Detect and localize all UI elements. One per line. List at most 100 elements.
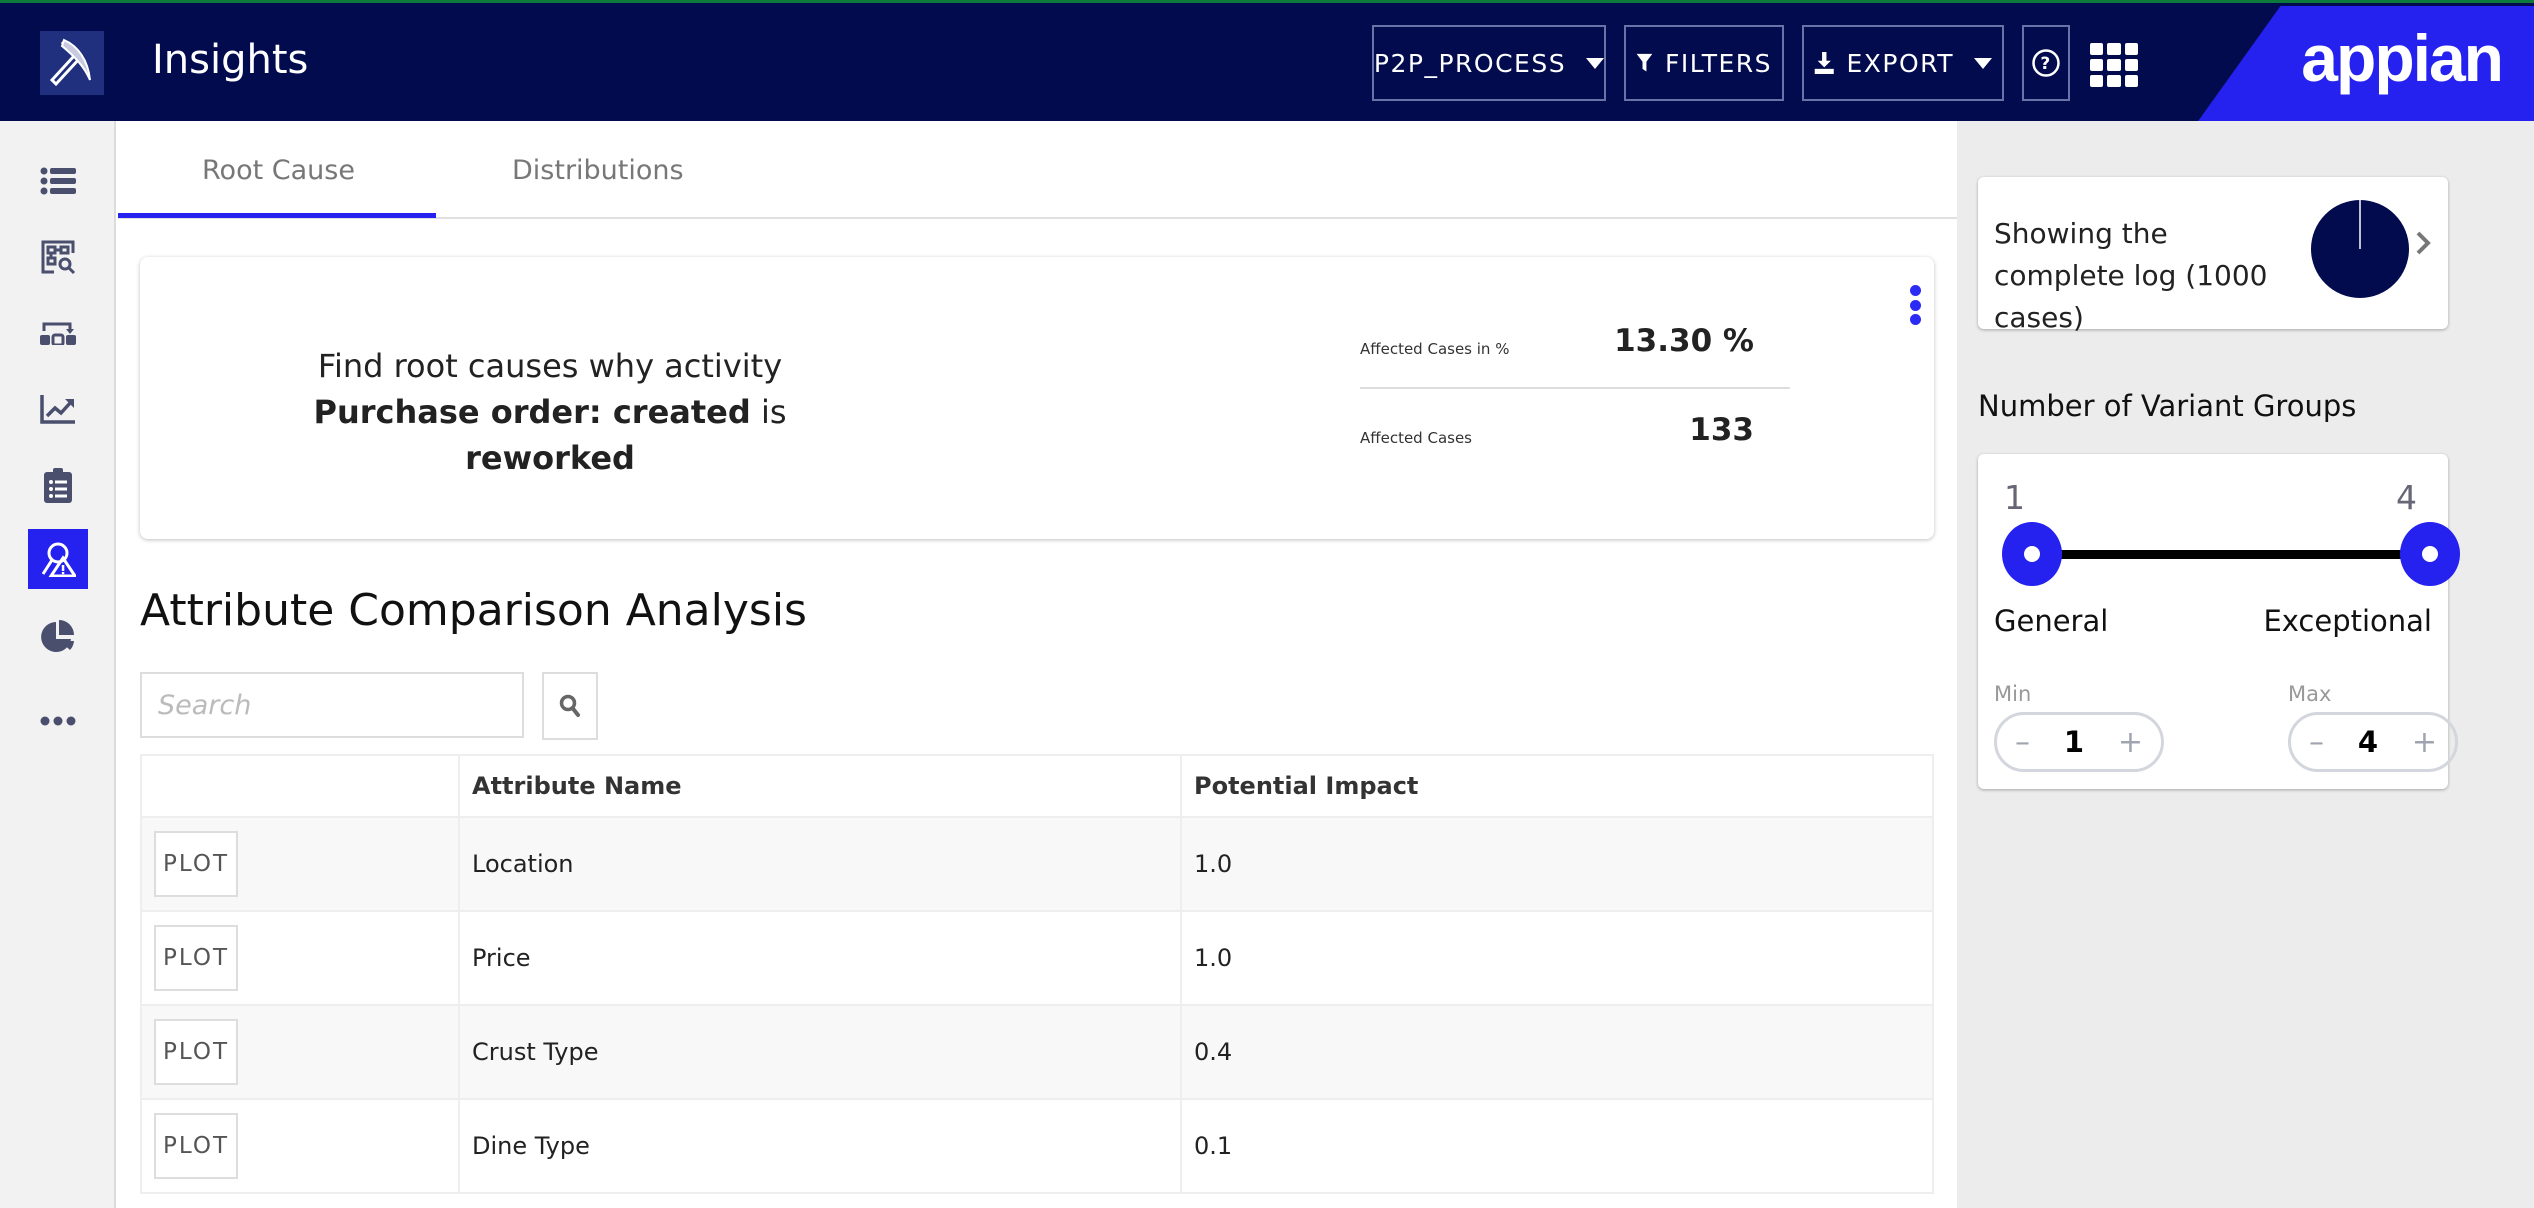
decrement-button[interactable]: – [2015, 725, 2030, 760]
tab-distributions[interactable]: Distributions [512, 155, 684, 186]
condition-name: reworked [465, 439, 635, 477]
affected-cases-percent-value: 13.30 % [1614, 323, 1754, 359]
sidebar-item-transitions[interactable] [28, 303, 88, 363]
table-header-row: Attribute Name Potential Impact [140, 754, 1934, 818]
table-row: PLOT Crust Type 0.4 [140, 1004, 1934, 1100]
root-cause-summary-card: Find root causes why activity Purchase o… [140, 257, 1934, 539]
log-scope-card[interactable]: Showing the complete log (1000 cases) [1978, 177, 2448, 334]
plot-button[interactable]: PLOT [154, 1019, 238, 1085]
sidebar-item-more[interactable] [28, 691, 88, 751]
app-logo[interactable] [40, 31, 104, 95]
root-cause-icon [41, 542, 76, 577]
max-stepper-value[interactable]: 4 [2358, 725, 2378, 759]
affected-cases-label: Affected Cases [1360, 429, 1472, 447]
min-stepper: – 1 + [1994, 712, 2164, 772]
download-icon [1814, 52, 1834, 74]
variant-groups-title: Number of Variant Groups [1978, 389, 2357, 423]
process-selector-label: P2P_PROCESS [1373, 48, 1567, 78]
more-options-icon[interactable] [1910, 285, 1922, 325]
app-header: Insights P2P_PROCESS FILTERS EXPORT ? ap… [0, 3, 2534, 124]
trend-chart-icon [40, 395, 75, 424]
root-cause-description: Find root causes why activity Purchase o… [313, 347, 787, 477]
pickaxe-icon [50, 38, 91, 87]
app-launcher-grid-icon[interactable] [2090, 43, 2138, 87]
attribute-table: Attribute Name Potential Impact PLOT Loc… [140, 754, 1934, 1194]
app-title: Insights [152, 37, 309, 83]
sidebar [0, 121, 116, 1208]
metric-divider [1360, 387, 1790, 389]
help-button[interactable]: ? [2022, 25, 2070, 101]
attribute-name-cell: Crust Type [458, 1004, 1182, 1100]
sidebar-item-performance[interactable] [28, 379, 88, 439]
main-content: Root Cause Distributions Find root cause… [118, 121, 1957, 1208]
clipboard-list-icon [44, 468, 72, 503]
plot-button[interactable]: PLOT [154, 925, 238, 991]
increment-button[interactable]: + [2412, 725, 2437, 760]
sidebar-item-process-discovery[interactable] [28, 227, 88, 287]
column-header-action [140, 754, 460, 818]
sidebar-item-root-cause[interactable] [28, 529, 88, 589]
column-header-attribute-name[interactable]: Attribute Name [458, 754, 1182, 818]
pie-chart-icon [41, 620, 74, 652]
more-icon [40, 716, 76, 726]
log-scope-text: Showing the complete log (1000 cases) [1994, 217, 2268, 334]
action-cell: PLOT [140, 816, 460, 912]
range-slider-track[interactable] [2038, 550, 2402, 559]
min-stepper-value[interactable]: 1 [2064, 725, 2084, 759]
action-cell: PLOT [140, 1098, 460, 1194]
min-label: Min [1994, 682, 2032, 706]
potential-impact-cell: 1.0 [1180, 910, 1934, 1006]
potential-impact-cell: 1.0 [1180, 816, 1934, 912]
active-tab-indicator [118, 213, 436, 218]
search-input[interactable] [140, 672, 524, 738]
increment-button[interactable]: + [2118, 725, 2143, 760]
potential-impact-cell: 0.4 [1180, 1004, 1934, 1100]
max-label: Max [2288, 682, 2332, 706]
sidebar-item-checklist[interactable] [28, 455, 88, 515]
attribute-name-cell: Dine Type [458, 1098, 1182, 1194]
range-slider-min-handle[interactable] [2002, 522, 2062, 586]
list-icon [40, 167, 76, 195]
attribute-name-cell: Location [458, 816, 1182, 912]
search-button[interactable] [542, 672, 598, 740]
transition-icon [40, 322, 76, 345]
section-title: Attribute Comparison Analysis [140, 585, 807, 636]
caret-down-icon [1974, 57, 1992, 69]
range-slider-max-handle[interactable] [2400, 522, 2460, 586]
appian-logo: appian [2301, 21, 2504, 95]
slider-min-value: 1 [2004, 478, 2025, 517]
help-icon: ? [2032, 49, 2060, 77]
slider-max-value: 4 [2396, 478, 2417, 517]
export-button[interactable]: EXPORT [1802, 25, 2004, 101]
slider-left-label: General [1994, 604, 2109, 638]
table-row: PLOT Location 1.0 [140, 816, 1934, 912]
export-label: EXPORT [1846, 48, 1954, 78]
table-row: PLOT Dine Type 0.1 [140, 1098, 1934, 1194]
affected-cases-value: 133 [1689, 412, 1754, 448]
search-icon [559, 694, 580, 717]
potential-impact-cell: 0.1 [1180, 1098, 1934, 1194]
decrement-button[interactable]: – [2309, 725, 2324, 760]
process-selector-dropdown[interactable]: P2P_PROCESS [1372, 25, 1606, 101]
chevron-right-icon[interactable] [2414, 229, 2432, 257]
max-stepper: – 4 + [2288, 712, 2458, 772]
affected-cases-percent-label: Affected Cases in % [1360, 340, 1510, 358]
variant-groups-card: 1 4 General Exceptional Min Max – 1 + – … [1978, 454, 2460, 789]
log-coverage-pie [2311, 200, 2409, 298]
filters-button[interactable]: FILTERS [1624, 25, 1784, 101]
process-discovery-icon [41, 240, 76, 275]
brand-area: appian [2196, 6, 2534, 124]
table-row: PLOT Price 1.0 [140, 910, 1934, 1006]
tab-root-cause[interactable]: Root Cause [202, 155, 355, 186]
action-cell: PLOT [140, 1004, 460, 1100]
column-header-potential-impact[interactable]: Potential Impact [1180, 754, 1934, 818]
filters-label: FILTERS [1664, 48, 1772, 78]
attribute-name-cell: Price [458, 910, 1182, 1006]
sidebar-item-activities[interactable] [28, 151, 88, 211]
activity-name: Purchase order: created [313, 393, 751, 431]
sidebar-item-distribution[interactable] [28, 607, 88, 667]
right-panel: Showing the complete log (1000 cases) Nu… [1957, 121, 2534, 1208]
plot-button[interactable]: PLOT [154, 831, 238, 897]
plot-button[interactable]: PLOT [154, 1113, 238, 1179]
action-cell: PLOT [140, 910, 460, 1006]
